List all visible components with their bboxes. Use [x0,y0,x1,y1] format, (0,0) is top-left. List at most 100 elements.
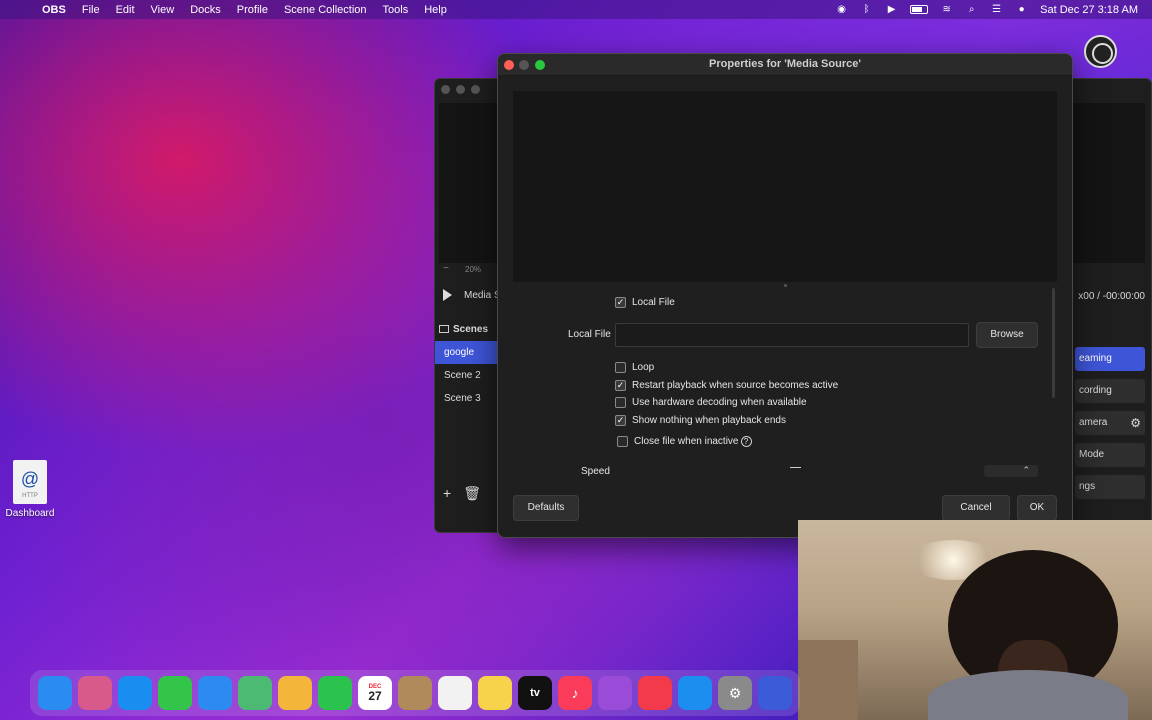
play-icon[interactable] [443,289,452,301]
screen-share-icon[interactable]: ◉ [835,4,848,15]
scenes-icon [439,325,449,333]
menu-tools[interactable]: Tools [383,4,409,16]
start-recording-button[interactable]: cording [1075,379,1145,403]
loop-label: Loop [632,362,655,373]
close-inactive-label: Close file when inactive [634,436,739,447]
window-zoom-inactive[interactable] [471,85,480,94]
menu-app-obs[interactable]: OBS [42,4,66,16]
scenes-header: Scenes [435,321,499,337]
desktop-file-dashboard[interactable]: @ HTTP Dashboard [4,460,56,519]
bluetooth-icon[interactable]: ᛒ [860,4,873,15]
restart-checkbox-row[interactable]: ✓ Restart playback when source becomes a… [615,380,838,391]
browse-button[interactable]: Browse [976,322,1038,348]
zoom-out-icon[interactable]: − [443,263,449,274]
source-preview [513,91,1057,282]
cancel-button[interactable]: Cancel [942,495,1010,521]
screen-recorder-icon[interactable] [758,676,792,710]
help-icon[interactable]: ? [740,436,752,447]
properties-dialog: Properties for 'Media Source' ✓ Local Fi… [497,53,1073,538]
window-minimize-inactive[interactable] [456,85,465,94]
show-nothing-checkbox-row[interactable]: ✓ Show nothing when playback ends [615,415,786,426]
menu-view[interactable]: View [151,4,175,16]
trash-icon[interactable]: 🗑 [463,485,481,502]
add-scene-icon[interactable]: + [443,485,451,502]
apple-tv-label: tv [530,687,540,699]
app-store-icon[interactable] [678,676,712,710]
loop-checkbox[interactable] [615,362,626,373]
local-file-path-input[interactable] [615,323,969,347]
mail-icon[interactable] [198,676,232,710]
siri-icon[interactable]: ● [1015,4,1028,15]
calendar-day: 27 [368,689,382,703]
gear-icon[interactable]: ⚙ [1130,411,1141,435]
settings-button[interactable]: ngs [1075,475,1145,499]
menu-help[interactable]: Help [424,4,447,16]
notes-icon[interactable] [478,676,512,710]
menu-profile[interactable]: Profile [237,4,268,16]
hw-decoding-checkbox-row[interactable]: Use hardware decoding when available [615,397,807,408]
photos-icon[interactable] [278,676,312,710]
maps-icon[interactable] [238,676,272,710]
menu-bar: OBS File Edit View Docks Profile Scene C… [0,0,1152,19]
studio-mode-button[interactable]: Mode [1075,443,1145,467]
scroll-up-button[interactable]: ⌃ [984,465,1038,477]
local-file-checkbox-label: Local File [632,297,675,308]
scenes-dock: Scenes google Scene 2 Scene 3 [435,321,499,501]
scenes-title: Scenes [453,323,489,335]
virtual-camera-label: amera [1079,417,1108,428]
hw-decoding-checkbox[interactable] [615,397,626,408]
podcasts-icon[interactable] [598,676,632,710]
finder-icon[interactable] [38,676,72,710]
window-close-inactive[interactable] [441,85,450,94]
controls-dock: eaming cording amera ⚙ Mode ngs [1075,347,1145,507]
system-preferences-icon[interactable]: ⚙ [718,676,752,710]
clock[interactable]: Sat Dec 27 3:18 AM [1040,4,1138,16]
control-center-icon[interactable]: ☰ [990,4,1003,15]
battery-icon[interactable] [910,5,929,14]
hw-decoding-label: Use hardware decoding when available [632,397,807,408]
local-file-checkbox-row[interactable]: ✓ Local File [615,297,675,308]
local-file-checkbox[interactable]: ✓ [615,297,626,308]
speed-slider[interactable] [790,467,801,468]
splitter-handle[interactable] [784,284,787,287]
scene-item-scene-3[interactable]: Scene 3 [435,387,499,410]
contacts-icon[interactable] [398,676,432,710]
ok-button[interactable]: OK [1017,495,1057,521]
loop-checkbox-row[interactable]: Loop [615,362,654,373]
scene-toolbar: + 🗑 [443,485,481,502]
obs-logo-icon [1084,35,1117,68]
show-nothing-label: Show nothing when playback ends [632,415,786,426]
messages-icon[interactable] [158,676,192,710]
calendar-icon[interactable]: DEC 27 [358,676,392,710]
dialog-title: Properties for 'Media Source' [709,58,861,70]
music-icon[interactable]: ♪ [558,676,592,710]
scene-item-google[interactable]: google [435,341,499,364]
wifi-icon[interactable]: ≋ [940,4,953,15]
defaults-button[interactable]: Defaults [513,495,579,521]
menu-file[interactable]: File [82,4,100,16]
virtual-camera-button[interactable]: amera ⚙ [1075,411,1145,435]
safari-icon[interactable] [118,676,152,710]
menu-edit[interactable]: Edit [116,4,135,16]
menu-scene-collection[interactable]: Scene Collection [284,4,367,16]
media-timecode: x00 / -00:00:00 [1078,291,1145,302]
reminders-icon[interactable] [438,676,472,710]
close-inactive-checkbox-row[interactable]: Close file when inactive ? [617,436,752,447]
chevron-up-icon: ⌃ [1022,465,1030,475]
spotlight-search-icon[interactable]: ⌕ [965,4,978,15]
facetime-icon[interactable] [318,676,352,710]
show-nothing-checkbox[interactable]: ✓ [615,415,626,426]
news-icon[interactable] [638,676,672,710]
close-inactive-checkbox[interactable] [617,436,628,447]
properties-scrollbar[interactable] [1052,288,1055,398]
restart-checkbox[interactable]: ✓ [615,380,626,391]
webloc-file-icon: @ HTTP [13,460,47,504]
start-streaming-button[interactable]: eaming [1075,347,1145,371]
launchpad-icon[interactable] [78,676,112,710]
person-shirt [928,670,1128,720]
scene-item-scene-2[interactable]: Scene 2 [435,364,499,387]
menu-docks[interactable]: Docks [190,4,221,16]
apple-tv-icon[interactable]: tv [518,676,552,710]
media-controls: Media S [443,289,501,301]
now-playing-icon[interactable]: ▶ [885,4,898,15]
